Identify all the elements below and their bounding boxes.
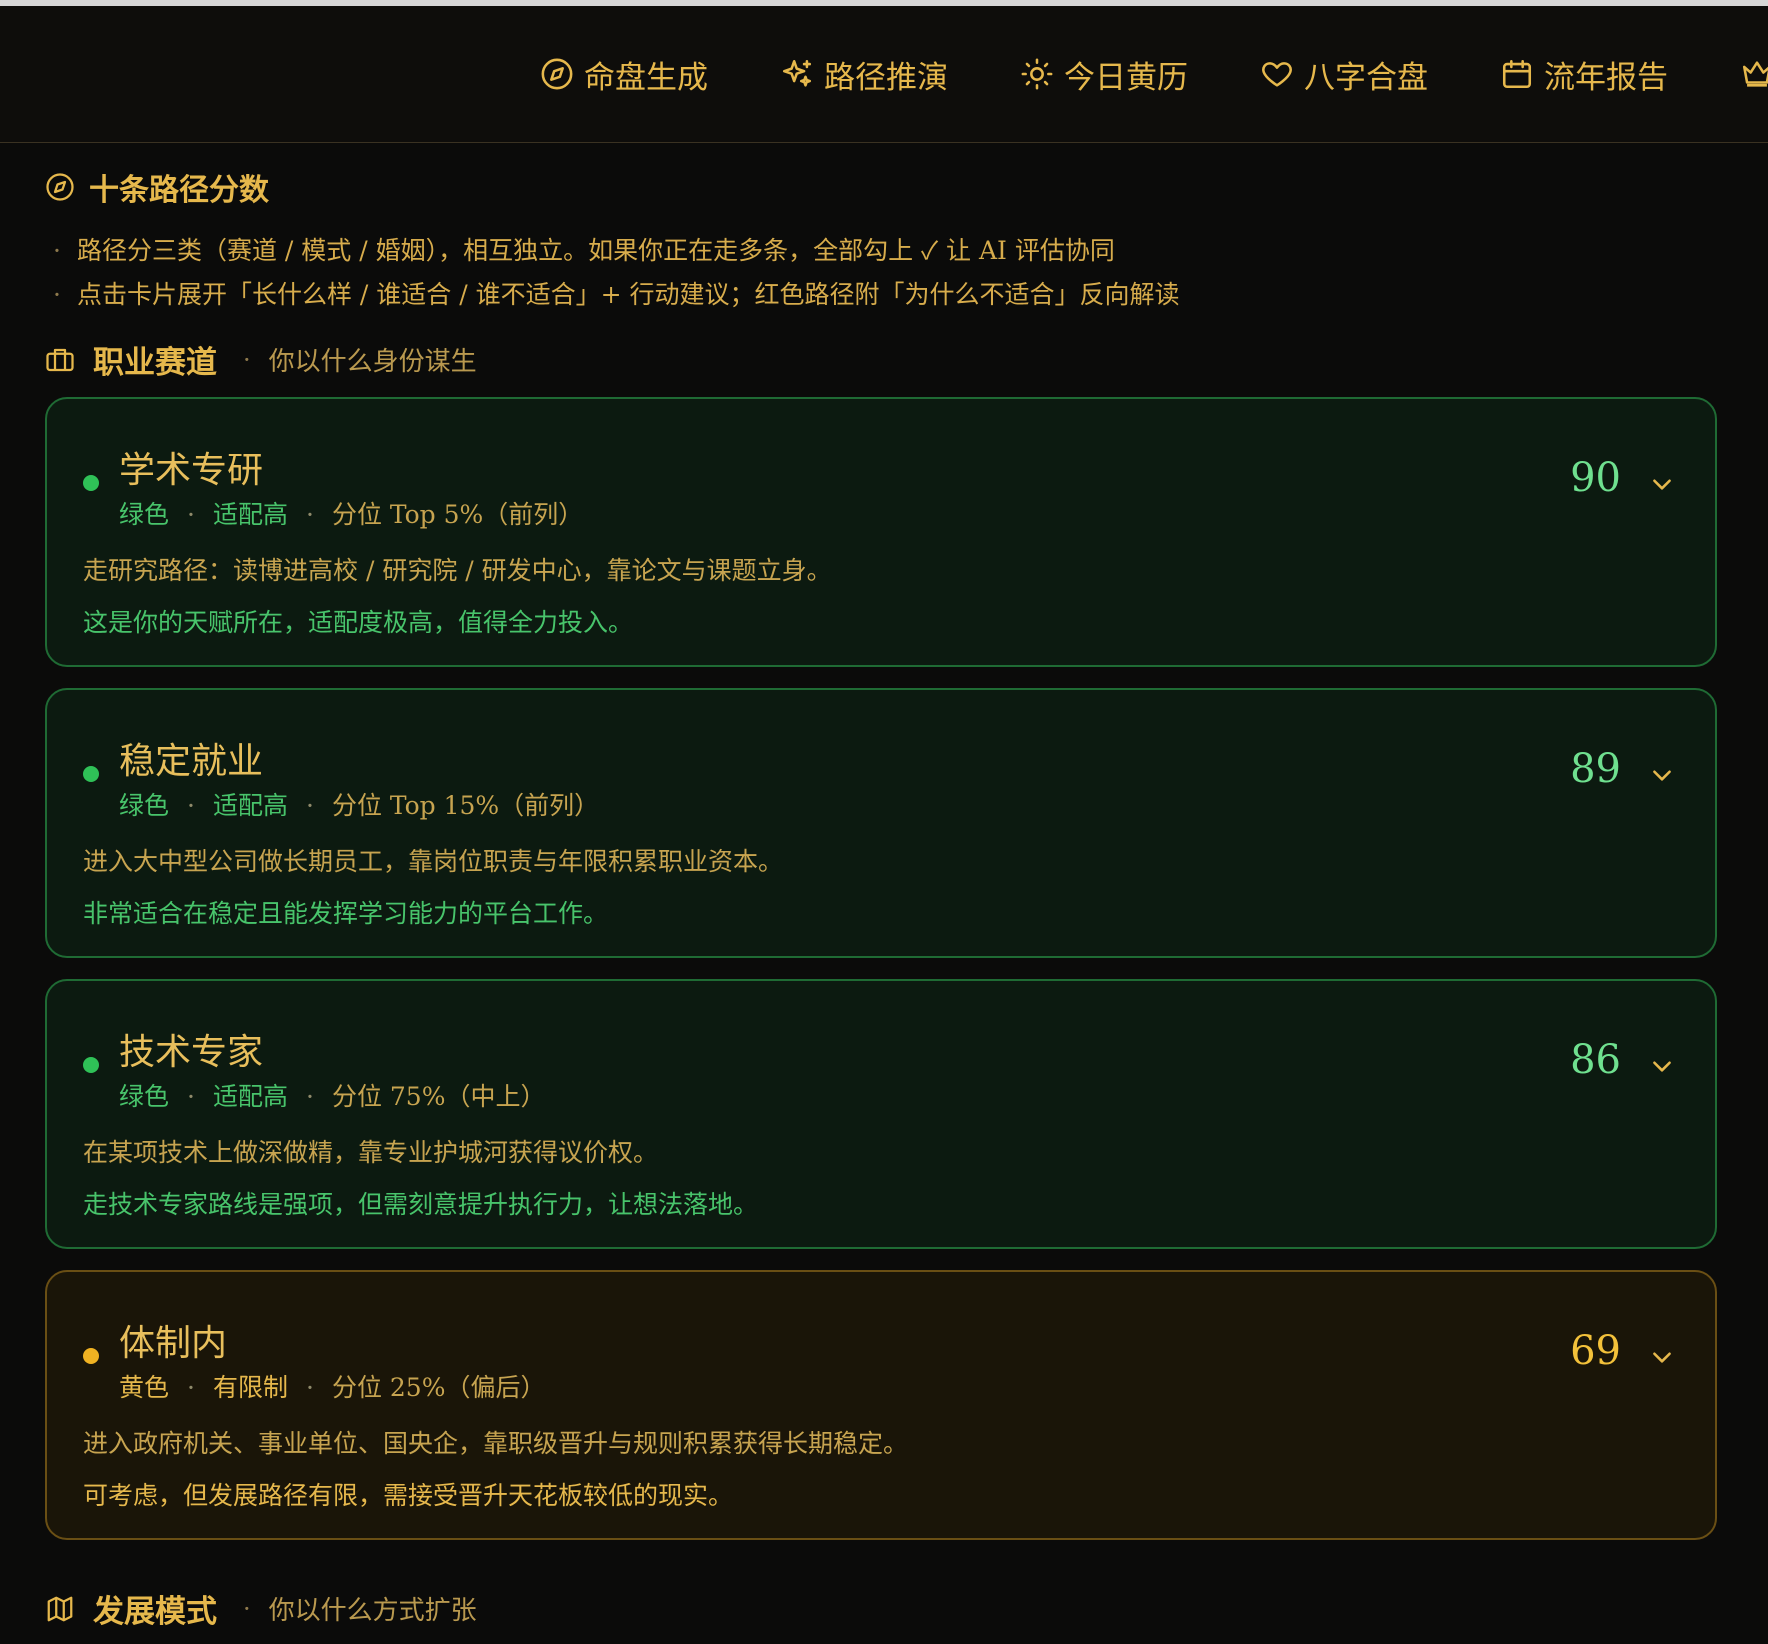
path-description: 进入政府机关、事业单位、国央企，靠职级晋升与规则积累获得长期稳定。 — [83, 1429, 909, 1458]
section-header: 十条路径分数 — [45, 165, 269, 209]
nav-item-chart[interactable]: 命盘生成 — [540, 52, 708, 97]
status-dot — [83, 475, 99, 491]
path-name: 稳定就业 — [119, 741, 264, 782]
path-card-academic[interactable]: 学术专研 绿色 · 适配高 · 分位 Top 5%（前列） 走研究路径：读博进高校 / … — [45, 397, 1717, 667]
path-name: 学术专研 — [119, 450, 264, 491]
list-item: · 路径分三类（赛道 / 模式 / 婚姻），相互独立。如果你正在走多条，全部勾上 … — [53, 236, 1115, 265]
path-card-civil-service[interactable]: 体制内 黄色 · 有限制 · 分位 25%（偏后） 进入政府机关、事业单位、国央企，靠职… — [45, 1270, 1717, 1540]
calendar-icon — [1502, 59, 1532, 89]
nav-item-label: 路径推演 — [824, 59, 948, 96]
crown-icon — [1742, 61, 1768, 87]
chevron-down-icon[interactable] — [1649, 762, 1675, 788]
map-icon — [47, 1596, 73, 1621]
status-dot — [83, 766, 99, 782]
page-title: 十条路径分数 — [89, 173, 269, 208]
path-name: 体制内 — [119, 1323, 228, 1364]
compass-icon — [46, 173, 74, 201]
chevron-down-icon[interactable] — [1649, 1053, 1675, 1079]
path-advice: 这是你的天赋所在，适配度极高，值得全力投入。 — [83, 608, 634, 637]
compass-icon — [541, 58, 573, 90]
path-meta: 绿色 · 适配高 · 分位 Top 5%（前列） — [119, 500, 584, 529]
heart-icon — [1262, 62, 1292, 87]
path-meta: 绿色 · 适配高 · 分位 Top 15%（前列） — [119, 791, 600, 820]
path-card-tech-expert[interactable]: 技术专家 绿色 · 适配高 · 分位 75%（中上） 在某项技术上做深做精，靠专业护城河… — [45, 979, 1717, 1249]
nav-item-label: 今日黄历 — [1064, 59, 1188, 96]
nav-item-label: 流年报告 — [1544, 59, 1668, 96]
path-description: 走研究路径：读博进高校 / 研究院 / 研发中心，靠论文与课题立身。 — [83, 556, 832, 585]
chevron-down-icon[interactable] — [1649, 471, 1675, 497]
nav-item-almanac[interactable]: 今日黄历 — [1020, 52, 1188, 97]
path-description: 进入大中型公司做长期员工，靠岗位职责与年限积累职业资本。 — [83, 847, 784, 876]
list-item: · 点击卡片展开「长什么样 / 谁适合 / 谁不适合」+ 行动建议；红色路径附「为… — [53, 280, 1180, 309]
path-meta: 绿色 · 适配高 · 分位 75%（中上） — [119, 1082, 546, 1111]
sparkles-icon — [782, 59, 812, 87]
path-score: 89 — [1570, 746, 1621, 792]
path-score: 90 — [1570, 455, 1621, 501]
path-score: 86 — [1570, 1037, 1621, 1083]
path-advice: 非常适合在稳定且能发挥学习能力的平台工作。 — [83, 899, 609, 928]
chevron-down-icon[interactable] — [1649, 1344, 1675, 1370]
nav-item-match[interactable]: 八字合盘 — [1260, 52, 1428, 97]
briefcase-icon — [46, 348, 74, 371]
group-title: 发展模式 — [93, 1594, 217, 1630]
path-card-stable-job[interactable]: 稳定就业 绿色 · 适配高 · 分位 Top 15%（前列） 进入大中型公司做长期员工，… — [45, 688, 1717, 958]
nav-item-label: 八字合盘 — [1304, 59, 1428, 96]
group-header-career: 职业赛道 · 你以什么身份谋生 — [45, 337, 477, 382]
path-advice: 可考虑，但发展路径有限，需接受晋升天花板较低的现实。 — [83, 1481, 734, 1510]
path-advice: 走技术专家路线是强项，但需刻意提升执行力，让想法落地。 — [83, 1190, 759, 1219]
group-header-development: 发展模式 · 你以什么方式扩张 — [45, 1586, 477, 1631]
intro-bullets: · 路径分三类（赛道 / 模式 / 婚姻），相互独立。如果你正在走多条，全部勾上 … — [53, 229, 1179, 317]
nav-items: 命盘生成 路径推演 今日黄历 八字合盘 流年报告 — [540, 6, 1768, 142]
path-name: 技术专家 — [119, 1032, 264, 1073]
group-subtitle: 你以什么方式扩张 — [268, 1596, 477, 1626]
nav-item-annual-report[interactable]: 流年报告 — [1500, 52, 1668, 97]
sun-icon — [1021, 58, 1053, 90]
status-dot — [83, 1348, 99, 1364]
nav-item-member[interactable] — [1740, 57, 1768, 91]
path-description: 在某项技术上做深做精，靠专业护城河获得议价权。 — [83, 1138, 659, 1167]
group-subtitle: 你以什么身份谋生 — [268, 347, 477, 377]
path-meta: 黄色 · 有限制 · 分位 25%（偏后） — [119, 1373, 546, 1402]
group-title: 职业赛道 — [93, 345, 217, 381]
nav-item-path[interactable]: 路径推演 — [780, 52, 948, 97]
path-score: 69 — [1570, 1328, 1621, 1374]
status-dot — [83, 1057, 99, 1073]
nav-item-label: 命盘生成 — [584, 59, 708, 96]
top-nav: 命盘生成 路径推演 今日黄历 八字合盘 流年报告 — [0, 6, 1768, 143]
